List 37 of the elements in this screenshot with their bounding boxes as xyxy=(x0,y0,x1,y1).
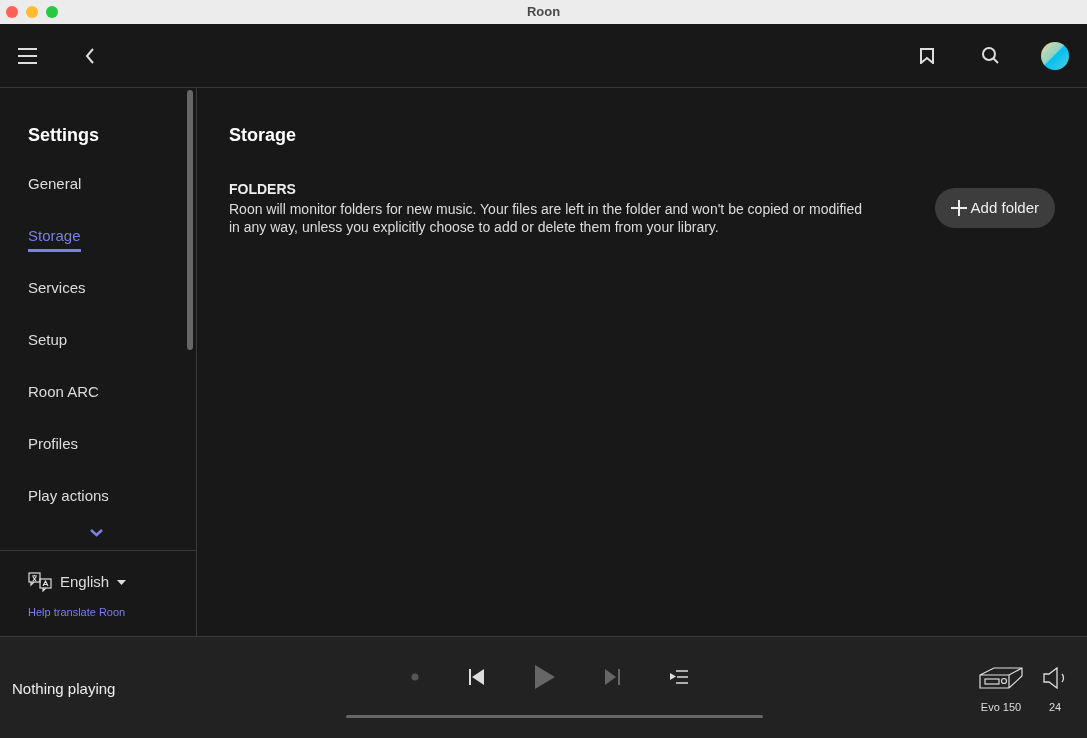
sidebar-item[interactable]: Profiles xyxy=(28,433,79,456)
next-track-icon[interactable] xyxy=(605,669,620,685)
now-playing-status: Nothing playing xyxy=(11,679,117,700)
section-description: Roon will monitor folders for new music. Your files are left in the folder and won't be copied or modified in any way, unless you explicitly choose to add or delete them from your library. xyxy=(229,200,863,236)
sidebar-item[interactable]: Roon ARC xyxy=(28,381,99,404)
sidebar-item[interactable]: Services xyxy=(28,277,86,300)
page-title: Storage xyxy=(229,124,298,147)
close-window-button[interactable] xyxy=(6,6,18,18)
speaker-icon xyxy=(1043,667,1067,690)
caret-icon xyxy=(117,579,127,585)
sidebar-item[interactable]: General xyxy=(28,173,82,196)
progress-track[interactable] xyxy=(346,715,763,718)
bookmark-icon[interactable] xyxy=(920,47,934,64)
scrollbar-thumb[interactable] xyxy=(187,90,193,350)
section-heading: FOLDERS xyxy=(229,180,297,199)
plus-icon xyxy=(950,200,967,216)
add-folder-button[interactable]: Add folder xyxy=(934,188,1055,228)
volume-button[interactable]: 24 xyxy=(1043,667,1067,716)
queue-icon[interactable] xyxy=(670,670,688,684)
audio-device-icon xyxy=(979,667,1023,690)
sidebar-item[interactable]: Play actions xyxy=(28,485,109,508)
help-translate-link[interactable]: Help translate Roon xyxy=(28,603,196,620)
search-icon[interactable] xyxy=(982,47,999,64)
window-title: Roon xyxy=(526,3,561,22)
zone-button[interactable]: Evo 150 xyxy=(979,667,1023,716)
previous-track-icon[interactable] xyxy=(469,669,485,685)
play-icon[interactable] xyxy=(535,665,555,689)
translate-icon xyxy=(28,572,52,593)
sidebar-item[interactable]: Setup xyxy=(28,329,68,352)
radio-dot-icon[interactable] xyxy=(411,673,419,681)
sidebar-title: Settings xyxy=(28,124,100,147)
chevron-down-icon[interactable] xyxy=(90,529,103,537)
sidebar-item[interactable]: Storage xyxy=(28,225,81,252)
language-dropdown[interactable]: English xyxy=(60,571,127,594)
profile-avatar[interactable] xyxy=(1041,41,1069,70)
menu-icon[interactable] xyxy=(18,47,37,64)
back-icon[interactable] xyxy=(85,47,95,64)
